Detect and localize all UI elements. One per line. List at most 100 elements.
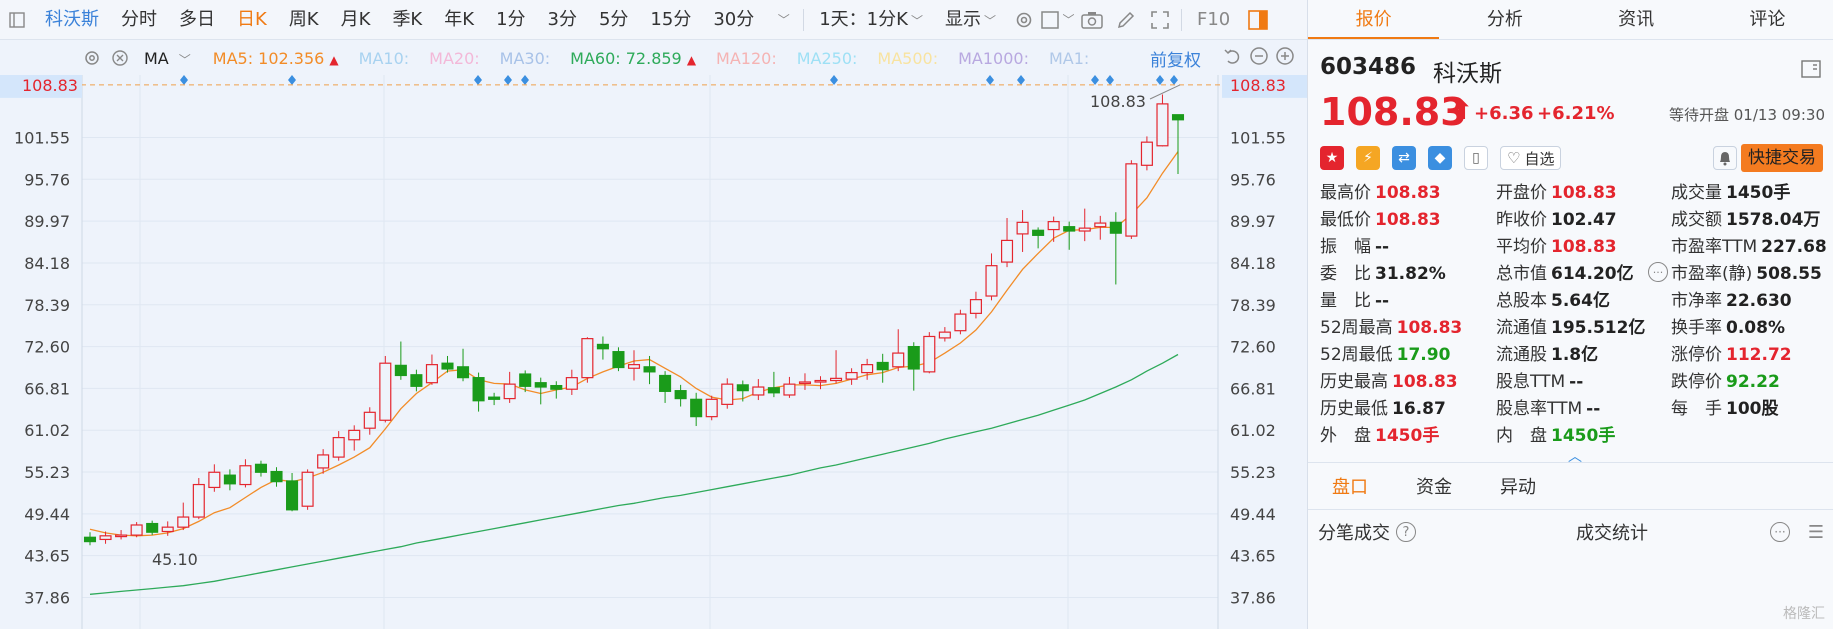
candle-body [1078, 227, 1091, 232]
ma-line-1[interactable]: MA10: [359, 49, 410, 68]
stat-label: 流通股 [1496, 345, 1547, 365]
trades-header: 分笔成交 ? 成交统计 ··· ☰ [1308, 512, 1833, 552]
y-tick-label-left: 43.65 [24, 547, 70, 566]
display-menu[interactable]: 显示 ﹀ [934, 0, 1007, 40]
stat-value: 112.72 [1726, 345, 1792, 365]
period-tab-10[interactable]: 5分 [588, 0, 639, 40]
y-tick-label-right: 55.23 [1230, 463, 1276, 482]
quote-tab-3[interactable]: 评论 [1702, 0, 1833, 39]
candle-body [425, 364, 438, 384]
ma-line-9[interactable]: MA1: [1049, 49, 1089, 68]
ma-line-5[interactable]: MA120: [716, 49, 777, 68]
help-icon[interactable]: ? [1396, 522, 1416, 542]
period-tab-7[interactable]: 年K [433, 0, 485, 40]
quote-tab-2[interactable]: 资讯 [1571, 0, 1702, 39]
ma-line-2[interactable]: MA20: [429, 49, 480, 68]
period-tab-8[interactable]: 1分 [485, 0, 536, 40]
candle-body [83, 536, 97, 543]
period-tab-12[interactable]: 30分 [702, 0, 765, 40]
add-watchlist-button[interactable]: ♡ 自选 [1500, 146, 1562, 170]
ma-line-6[interactable]: MA250: [797, 49, 858, 68]
y-tick-label-right: 37.86 [1230, 589, 1276, 608]
bookmark-icon[interactable]: ▯ [1464, 146, 1488, 170]
event-marker-icon [521, 75, 529, 85]
ma-line-3[interactable]: MA30: [500, 49, 551, 68]
ma-arrow-icon: ▲ [686, 52, 697, 67]
candle-body [1032, 229, 1045, 236]
stat-value: 102.47 [1551, 210, 1617, 230]
fast-trade-button[interactable]: 快捷交易 [1741, 144, 1823, 172]
zoom-out-icon[interactable] [1248, 45, 1270, 67]
trades-stats[interactable]: 成交统计 [1576, 519, 1648, 545]
ma-close-icon[interactable] [106, 44, 134, 72]
ma-type-select[interactable]: MA ﹀ [144, 49, 191, 68]
period-tab-6[interactable]: 季K [381, 0, 433, 40]
panel-toggle-icon[interactable] [1241, 0, 1275, 40]
layout-icon[interactable]: ﹀ [1041, 0, 1075, 40]
period-tab-1[interactable]: 分时 [110, 0, 168, 40]
sub-tab-1[interactable]: 资金 [1392, 473, 1476, 499]
period-tab-2[interactable]: 多日 [168, 0, 226, 40]
candle-body [565, 377, 578, 390]
period-tab-5[interactable]: 月K [330, 0, 382, 40]
adjust-select[interactable]: 前复权 [1150, 46, 1201, 71]
ma-line-0[interactable]: MA5: 102.356 ▲ [213, 49, 339, 68]
y-tick-label-left: 37.86 [24, 589, 70, 608]
stat-cell: 最低价 108.83 [1320, 207, 1441, 234]
kline-svg[interactable]: 101.55 101.55 95.76 95.76 89.97 89.97 84.18 84.… [0, 75, 1307, 629]
more-icon[interactable]: ··· [1770, 522, 1790, 542]
sidebar-toggle-icon[interactable] [0, 0, 34, 40]
quote-tab-0[interactable]: 报价 [1308, 0, 1440, 39]
shuffle-icon[interactable]: ⇄ [1392, 146, 1416, 170]
price-change: +6.36 [1474, 103, 1534, 124]
tag-icon[interactable]: ◆ [1428, 146, 1452, 170]
stat-cell: 流通值 195.512亿 [1496, 315, 1645, 342]
candle-body [612, 351, 625, 369]
ma-line-8[interactable]: MA1000: [958, 49, 1029, 68]
bell-icon[interactable] [1713, 146, 1737, 170]
list-icon[interactable]: ☰ [1808, 522, 1824, 543]
ma-line-7[interactable]: MA500: [877, 49, 938, 68]
interval-select[interactable]: 1天：1分K ﹀ [808, 0, 934, 40]
stat-cell: 委 比 31.82% [1320, 261, 1446, 288]
draw-pen-icon[interactable] [1109, 0, 1143, 40]
period-tab-9[interactable]: 3分 [537, 0, 588, 40]
stat-value: -- [1375, 237, 1390, 257]
settings-icon[interactable] [1007, 0, 1041, 40]
candle-body [1125, 163, 1138, 237]
period-tab-11[interactable]: 15分 [639, 0, 702, 40]
stat-cell: 量 比 -- [1320, 288, 1389, 315]
candle-body [923, 335, 936, 373]
sub-tab-2[interactable]: 异动 [1476, 473, 1560, 499]
panel-menu-icon[interactable] [1801, 60, 1821, 83]
ma-settings-icon[interactable] [78, 44, 106, 72]
stat-label: 涨停价 [1671, 345, 1722, 365]
sub-tab-0[interactable]: 盘口 [1308, 473, 1392, 499]
kline-chart[interactable]: 101.55 101.55 95.76 95.76 89.97 89.97 84.18 84.… [0, 75, 1307, 629]
y-tick-label-left: 55.23 [24, 463, 70, 482]
undo-icon[interactable] [1222, 45, 1244, 67]
china-flag-icon[interactable]: ★ [1320, 146, 1344, 170]
period-tab-4[interactable]: 周K [278, 0, 330, 40]
chevron-down-icon[interactable]: ﹀ [765, 0, 799, 40]
period-tab-3[interactable]: 日K [226, 0, 278, 40]
event-marker-icon [1170, 75, 1178, 85]
f10-button[interactable]: F10 [1186, 0, 1241, 40]
camera-icon[interactable] [1075, 0, 1109, 40]
y-tick-label-right: 95.76 [1230, 170, 1276, 189]
zoom-in-icon[interactable] [1274, 45, 1296, 67]
stat-cell: 平均价 108.83 [1496, 234, 1617, 261]
stat-value: 22.630 [1726, 291, 1792, 311]
candle-body [659, 374, 672, 392]
candle-body [363, 411, 376, 429]
ma-arrow-icon: ▲ [329, 52, 339, 67]
stat-label: 量 比 [1320, 291, 1371, 311]
ma-line-4[interactable]: MA60: 72.859 ▲ [570, 49, 696, 68]
period-tab-0[interactable]: 科沃斯 [34, 0, 110, 40]
fullscreen-icon[interactable] [1143, 0, 1177, 40]
stat-cell: 总市值 614.20亿 [1496, 261, 1634, 288]
market-cap-more-icon[interactable]: ··· [1648, 262, 1668, 282]
quote-tab-1[interactable]: 分析 [1439, 0, 1570, 39]
lightning-icon[interactable]: ⚡ [1356, 146, 1380, 170]
y-tick-label-right: 89.97 [1230, 212, 1276, 231]
